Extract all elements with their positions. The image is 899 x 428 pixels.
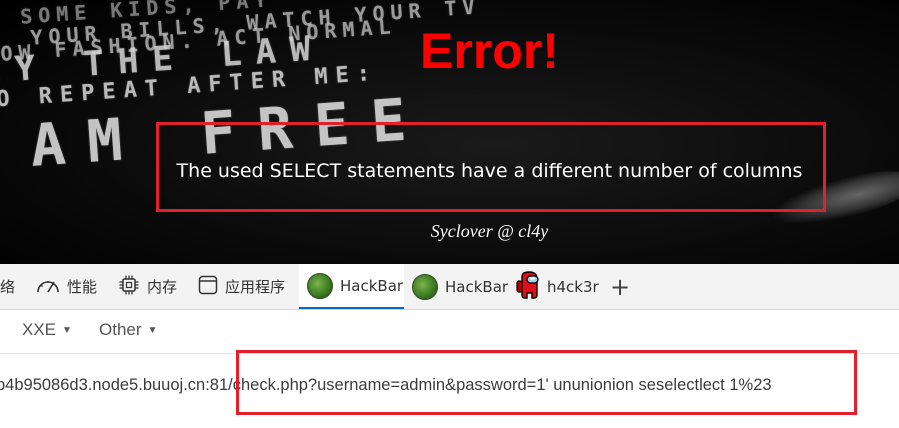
url-highlight-box	[236, 350, 857, 415]
tab-label: 内存	[147, 278, 178, 296]
memory-chip-icon	[118, 274, 140, 300]
hackbar-logo-icon	[412, 273, 438, 300]
application-icon	[198, 275, 218, 299]
tab-network[interactable]: 络	[0, 264, 15, 309]
page-title: Error!	[420, 23, 559, 79]
tab-label: HackBar	[445, 277, 509, 296]
tab-label: 性能	[67, 278, 98, 296]
tab-label: HackBar	[340, 276, 404, 295]
tab-performance[interactable]: 性能	[36, 264, 97, 309]
caret-down-icon: ▼	[147, 324, 158, 336]
tab-label: h4ck3r	[547, 277, 599, 296]
menu-other[interactable]: Other ▼	[99, 320, 157, 340]
devtools-tab-bar: 络 性能 内存 应用程序 HackBar HackBar h4ck3r +	[0, 264, 899, 310]
credit-text: Syclover @ cl4y	[430, 221, 549, 241]
caret-down-icon: ▼	[62, 324, 72, 336]
tab-label: 应用程序	[225, 278, 286, 296]
tab-h4ck3r[interactable]: h4ck3r	[516, 264, 599, 309]
add-tab-button[interactable]: +	[610, 264, 630, 309]
tab-memory[interactable]: 内存	[118, 264, 177, 309]
performance-icon	[36, 276, 60, 298]
tab-hackbar-active[interactable]: HackBar	[299, 264, 404, 309]
tab-application[interactable]: 应用程序	[198, 264, 285, 309]
error-message: The used SELECT statements have a differ…	[176, 160, 803, 182]
menu-xxe[interactable]: XXE ▼	[22, 320, 72, 340]
error-page-banner: SOME KIDS, PAY YOUR BILLS, WATCH YOUR TV…	[0, 0, 899, 264]
menu-label: Other	[99, 320, 142, 339]
crewmate-icon	[516, 270, 540, 303]
hackbar-logo-icon	[307, 272, 333, 299]
menu-label: XXE	[22, 320, 57, 339]
tab-hackbar[interactable]: HackBar	[412, 264, 508, 309]
tab-label: 络	[0, 278, 16, 296]
hackbar-toolbar: XXE ▼ Other ▼	[0, 310, 899, 354]
plus-icon: +	[610, 272, 631, 301]
